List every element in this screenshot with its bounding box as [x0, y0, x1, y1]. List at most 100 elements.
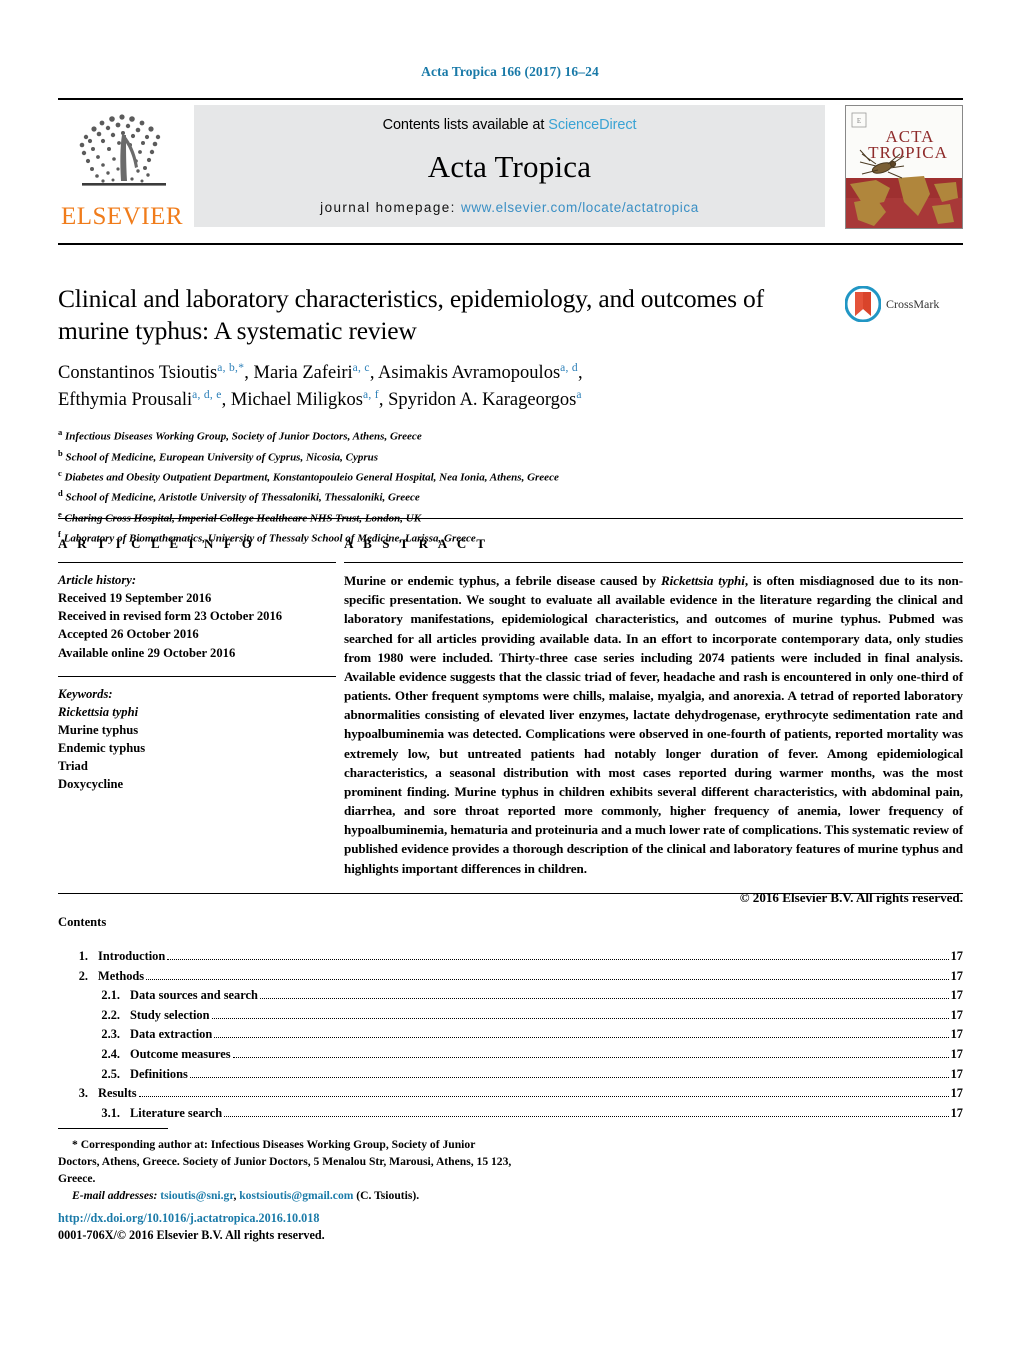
affiliation-item: c Diabetes and Obesity Outpatient Depart…	[58, 467, 963, 487]
author-4-affil-marks[interactable]: a, d, e	[192, 389, 222, 401]
footnote-rule	[58, 1128, 168, 1129]
info-abstract-columns: A R T I C L E I N F O Article history: R…	[58, 536, 963, 906]
abstract-body: Murine or endemic typhus, a febrile dise…	[344, 571, 963, 878]
toc-number: 3.1.	[101, 1105, 120, 1120]
issn-copyright: 0001-706X/© 2016 Elsevier B.V. All right…	[58, 1228, 325, 1243]
toc-leader-dots	[214, 1037, 949, 1039]
page-title: Clinical and laboratory characteristics,…	[58, 284, 764, 345]
article-info-heading: A R T I C L E I N F O	[58, 536, 256, 551]
email-link-secondary[interactable]: kostsioutis@gmail.com	[239, 1189, 353, 1202]
article-history-block: Article history: Received 19 September 2…	[58, 571, 336, 662]
toc-leader-dots	[189, 1076, 949, 1078]
crossmark-icon	[845, 286, 881, 322]
affiliation-item: b School of Medicine, European Universit…	[58, 447, 963, 467]
toc-page-number: 17	[950, 1046, 963, 1061]
article-info-rule	[58, 562, 336, 563]
affiliation-text: Infectious Diseases Working Group, Socie…	[65, 430, 422, 443]
keywords-label: Keywords:	[58, 686, 113, 701]
toc-label[interactable]: Definitions	[130, 1067, 188, 1080]
crossmark-label: CrossMark	[886, 296, 940, 311]
toc-label[interactable]: Data extraction	[130, 1028, 212, 1041]
keywords-rule	[58, 675, 336, 677]
author-1-affil-marks[interactable]: a, b,*	[217, 362, 244, 374]
journal-homepage-line: journal homepage: www.elsevier.com/locat…	[320, 200, 699, 215]
homepage-url-link[interactable]: www.elsevier.com/locate/actatropica	[461, 200, 699, 215]
toc-number: 2.5.	[101, 1066, 120, 1081]
keywords-block: Keywords: Rickettsia typhi Murine typhus…	[58, 685, 336, 794]
toc-entry[interactable]: 3. Results 17	[58, 1087, 963, 1100]
author-4-name: Efthymia Prousali	[58, 389, 193, 410]
author-line1-tail: ,	[577, 363, 583, 384]
toc-entry[interactable]: 1. Introduction 17	[58, 950, 963, 963]
toc-label[interactable]: Methods	[98, 969, 144, 982]
affiliation-item: d School of Medicine, Aristotle Universi…	[58, 487, 963, 507]
toc-leader-dots	[232, 1056, 949, 1058]
acta-tropica-cover-icon: E ACTA TROPICA	[845, 105, 963, 229]
crossmark-badge[interactable]: CrossMark	[845, 286, 963, 322]
contents-section: Contents 1. Introduction 17 2. Methods 1…	[58, 915, 963, 1126]
email-owner: (C. Tsioutis).	[353, 1189, 420, 1203]
toc-entry[interactable]: 2.3. Data extraction 17	[58, 1028, 963, 1041]
keyword-item: Doxycycline	[58, 777, 124, 792]
homepage-prefix: journal homepage:	[320, 200, 456, 215]
author-6-name: , Spyridon A. Karageorgos	[378, 389, 577, 410]
journal-title: Acta Tropica	[427, 148, 592, 184]
keyword-item: Rickettsia typhi	[58, 704, 139, 719]
title-separator-rule	[58, 243, 963, 245]
article-first-page: Acta Tropica 166 (2017) 16–24 ELSEVIER C…	[0, 0, 1020, 1351]
masthead-center-panel: Contents lists available at ScienceDirec…	[194, 105, 825, 227]
toc-entry[interactable]: 2. Methods 17	[58, 968, 963, 983]
author-2-affil-marks[interactable]: a, c	[353, 362, 370, 374]
toc-entry[interactable]: 2.4. Outcome measures 17	[58, 1048, 963, 1061]
toc-number: 2.3.	[101, 1027, 120, 1042]
keyword-item: Murine typhus	[58, 722, 139, 737]
toc-entry[interactable]: 2.1. Data sources and search 17	[58, 989, 963, 1002]
doi-block: http://dx.doi.org/10.1016/j.actatropica.…	[58, 1210, 558, 1245]
toc-label[interactable]: Data sources and search	[130, 989, 258, 1002]
toc-entry[interactable]: 2.5. Definitions 17	[58, 1066, 963, 1081]
toc-label[interactable]: Outcome measures	[130, 1048, 231, 1061]
article-history-label: Article history:	[58, 573, 137, 587]
affiliation-mark: c	[58, 468, 62, 478]
toc-entry[interactable]: 2.2. Study selection 17	[58, 1007, 963, 1022]
toc-label[interactable]: Study selection	[130, 1008, 210, 1021]
email-link-primary[interactable]: tsioutis@sni.gr	[160, 1189, 233, 1202]
author-5-affil-marks[interactable]: a, f	[363, 389, 379, 401]
toc-leader-dots	[211, 1017, 949, 1019]
toc-number: 2.	[78, 968, 88, 983]
toc-label[interactable]: Results	[98, 1087, 137, 1100]
toc-number: 2.4.	[101, 1046, 120, 1061]
article-info-column: A R T I C L E I N F O Article history: R…	[58, 536, 336, 906]
affiliation-text: School of Medicine, Aristotle University…	[65, 492, 420, 505]
toc-label[interactable]: Literature search	[130, 1106, 222, 1119]
toc-page-number: 17	[950, 1007, 963, 1022]
footnote-block: * Corresponding author at: Infectious Di…	[58, 1136, 518, 1204]
abstract-species-italic: Rickettsia typhi	[661, 573, 745, 588]
toc-page-number: 17	[950, 949, 963, 963]
abstract-part-1: Murine or endemic typhus, a febrile dise…	[344, 573, 662, 588]
author-3-affil-marks[interactable]: a, d	[560, 362, 578, 374]
affiliation-item: a Infectious Diseases Working Group, Soc…	[58, 426, 963, 446]
toc-number: 2.2.	[101, 1007, 120, 1022]
author-5-name: , Michael Miligkos	[221, 389, 363, 410]
toc-leader-dots	[224, 1115, 949, 1117]
affiliation-mark: b	[58, 447, 63, 458]
toc-page-number: 17	[950, 1086, 963, 1101]
svg-text:E: E	[857, 117, 861, 125]
author-1-name: Constantinos Tsioutis	[58, 363, 218, 384]
elsevier-wordmark: ELSEVIER	[60, 203, 184, 230]
abstract-rule	[344, 562, 963, 563]
toc-entry[interactable]: 3.1. Literature search 17	[58, 1105, 963, 1120]
toc-page-number: 17	[950, 988, 963, 1003]
doi-link[interactable]: http://dx.doi.org/10.1016/j.actatropica.…	[58, 1210, 558, 1227]
toc-page-number: 17	[950, 1105, 963, 1120]
author-2-name: , Maria Zafeiri	[244, 363, 353, 384]
email-addresses-label: E-mail addresses:	[72, 1189, 158, 1203]
author-3-name: , Asimakis Avramopoulos	[369, 363, 561, 384]
sciencedirect-link[interactable]: ScienceDirect	[548, 117, 636, 133]
toc-leader-dots	[167, 959, 949, 960]
toc-label[interactable]: Introduction	[98, 950, 165, 963]
contents-available-line: Contents lists available at ScienceDirec…	[383, 117, 637, 133]
author-6-affil-marks[interactable]: a	[576, 389, 581, 401]
keyword-item: Triad	[58, 759, 88, 774]
